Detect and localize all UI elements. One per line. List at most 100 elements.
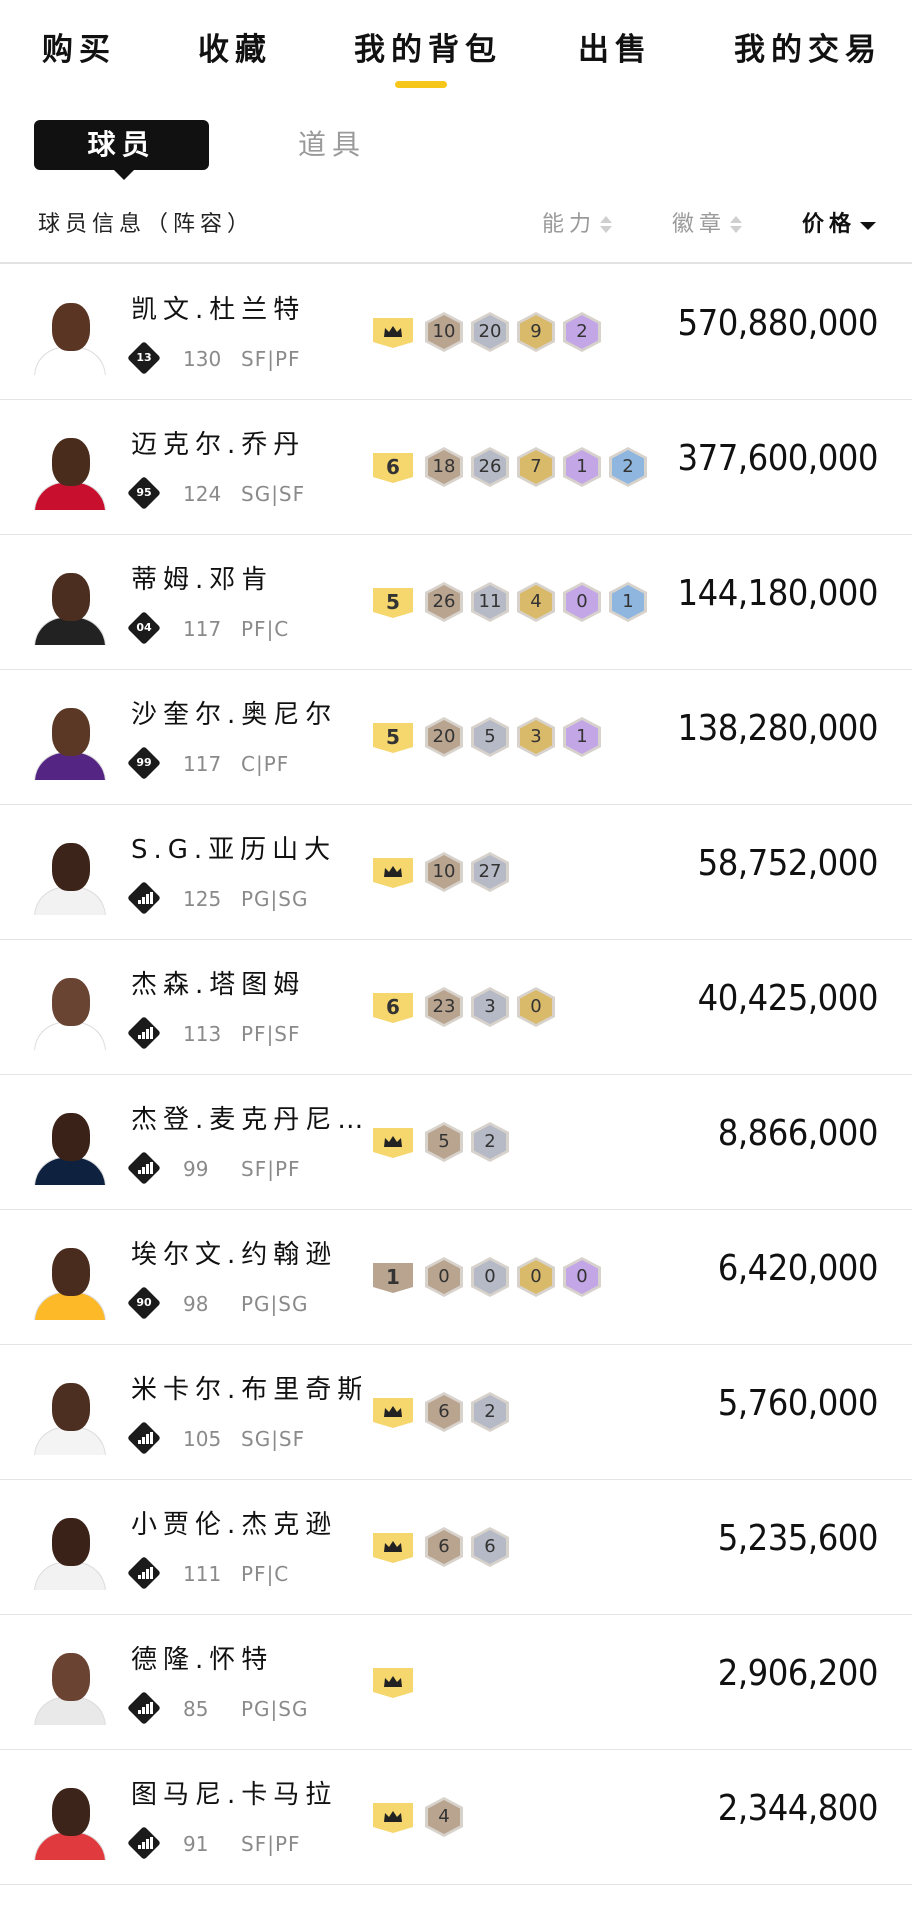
badge-count: 11 [474, 585, 506, 619]
nav-tab-buy[interactable]: 购买 [42, 24, 116, 69]
player-position: C|PF [241, 752, 290, 776]
tab-pointer [114, 170, 134, 180]
avatar-jersey [34, 1292, 106, 1320]
player-row[interactable]: 凯文.杜兰特 13 130 SF|PF 10 20 9 2 570,880,000 [0, 265, 912, 400]
badge-count: 5 [474, 720, 506, 754]
badge-hex: 1 [609, 582, 647, 622]
badge-hex: 26 [471, 447, 509, 487]
sort-badges[interactable]: 徽章 [672, 206, 743, 238]
sort-price-label: 价格 [802, 212, 857, 237]
sort-arrows-icon [730, 216, 743, 234]
nav-tab-my-trades[interactable]: 我的交易 [734, 24, 882, 69]
badge-hex: 20 [425, 717, 463, 757]
crown-icon [384, 1811, 402, 1822]
avatar-head [52, 708, 90, 756]
player-avatar [32, 295, 108, 375]
player-row[interactable]: 米卡尔.布里奇斯 105 SG|SF 6 2 5,760,000 [0, 1345, 912, 1480]
avatar-head [52, 1788, 90, 1836]
badge-hex: 10 [425, 312, 463, 352]
player-avatar [32, 1375, 108, 1455]
avatar-jersey [34, 482, 106, 510]
sub-tab-players-label: 球员 [87, 128, 156, 161]
badge-hex: 0 [425, 1257, 463, 1297]
rating-badge-number: 99 [136, 756, 152, 769]
badge-count: 20 [474, 315, 506, 349]
badge-count: 26 [474, 450, 506, 484]
level-crown-tag [373, 318, 413, 348]
player-price: 6,420,000 [717, 1248, 879, 1289]
player-name: 凯文.杜兰特 [131, 295, 306, 325]
badge-count: 10 [428, 855, 460, 889]
player-ovr: 91 [183, 1832, 209, 1856]
player-avatar [32, 700, 108, 780]
sub-tab-items[interactable]: 道具 [298, 120, 366, 170]
sort-price[interactable]: 价格 [802, 206, 877, 238]
signal-bars-icon [138, 1837, 153, 1849]
player-ovr: 111 [183, 1562, 222, 1586]
player-row[interactable]: S.G.亚历山大 125 PG|SG 10 27 58,752,000 [0, 805, 912, 940]
badge-count: 23 [428, 990, 460, 1024]
player-avatar [32, 1240, 108, 1320]
avatar-jersey [34, 1157, 106, 1185]
badge-count: 0 [428, 1260, 460, 1294]
avatar-head [52, 1113, 90, 1161]
player-row[interactable]: 杰登.麦克丹尼… 99 SF|PF 5 2 8,866,000 [0, 1075, 912, 1210]
badge-hex: 3 [517, 717, 555, 757]
player-row[interactable]: 沙奎尔.奥尼尔 99 117 C|PF 5 20 5 3 1 138,280,000 [0, 670, 912, 805]
player-name: 小贾伦.杰克逊 [131, 1510, 338, 1540]
level-tag: 1 [373, 1263, 413, 1293]
avatar-jersey [34, 1697, 106, 1725]
player-price: 570,880,000 [677, 303, 879, 344]
badge-hex: 3 [471, 987, 509, 1027]
player-row[interactable]: 图马尼.卡马拉 91 SF|PF 4 2,344,800 [0, 1750, 912, 1885]
player-row[interactable]: 迈克尔.乔丹 95 124 SG|SF 6 18 26 7 1 2 377,600,000 [0, 400, 912, 535]
badge-hex: 4 [425, 1797, 463, 1837]
badge-count: 10 [428, 315, 460, 349]
crown-icon [384, 1676, 402, 1687]
player-ovr: 117 [183, 752, 222, 776]
player-row[interactable]: 小贾伦.杰克逊 111 PF|C 6 6 5,235,600 [0, 1480, 912, 1615]
avatar-head [52, 573, 90, 621]
badge-hex: 4 [517, 582, 555, 622]
nav-tab-my-backpack[interactable]: 我的背包 [354, 24, 502, 69]
badge-hex: 2 [471, 1122, 509, 1162]
sort-badges-label: 徽章 [672, 212, 727, 237]
player-row[interactable]: 德隆.怀特 85 PG|SG 2,906,200 [0, 1615, 912, 1750]
player-ovr: 98 [183, 1292, 209, 1316]
nav-tab-favorites[interactable]: 收藏 [198, 24, 272, 69]
top-nav: 购买 收藏 我的背包 出售 我的交易 [0, 0, 912, 100]
badge-count: 4 [428, 1800, 460, 1834]
player-position: PG|SG [241, 1697, 309, 1721]
badge-hex: 1 [563, 447, 601, 487]
player-row[interactable]: 杰森.塔图姆 113 PF|SF 6 23 3 0 40,425,000 [0, 940, 912, 1075]
avatar-head [52, 843, 90, 891]
badge-hex: 0 [563, 1257, 601, 1297]
player-ovr: 130 [183, 347, 222, 371]
sub-tab-players[interactable]: 球员 [34, 120, 209, 180]
badge-count: 0 [474, 1260, 506, 1294]
badge-hex: 20 [471, 312, 509, 352]
player-avatar [32, 1105, 108, 1185]
level-crown-tag [373, 1398, 413, 1428]
nav-tab-sell[interactable]: 出售 [578, 24, 652, 69]
avatar-head [52, 438, 90, 486]
avatar-head [52, 303, 90, 351]
player-row[interactable]: 埃尔文.约翰逊 90 98 PG|SG 1 0 0 0 0 6,420,000 [0, 1210, 912, 1345]
badge-count: 26 [428, 585, 460, 619]
badge-count: 4 [520, 585, 552, 619]
badge-count: 0 [566, 1260, 598, 1294]
badge-hex: 0 [517, 1257, 555, 1297]
sort-ability[interactable]: 能力 [542, 206, 613, 238]
badge-hex: 6 [471, 1527, 509, 1567]
badge-hex: 18 [425, 447, 463, 487]
player-name: S.G.亚历山大 [131, 835, 337, 865]
crown-icon [384, 1541, 402, 1552]
badge-count: 3 [474, 990, 506, 1024]
badge-count: 2 [474, 1125, 506, 1159]
level-crown-tag [373, 1533, 413, 1563]
player-ovr: 105 [183, 1427, 222, 1451]
player-ovr: 85 [183, 1697, 209, 1721]
badge-hex: 5 [425, 1122, 463, 1162]
level-tag: 5 [373, 723, 413, 753]
player-row[interactable]: 蒂姆.邓肯 04 117 PF|C 5 26 11 4 0 1 144,180,000 [0, 535, 912, 670]
